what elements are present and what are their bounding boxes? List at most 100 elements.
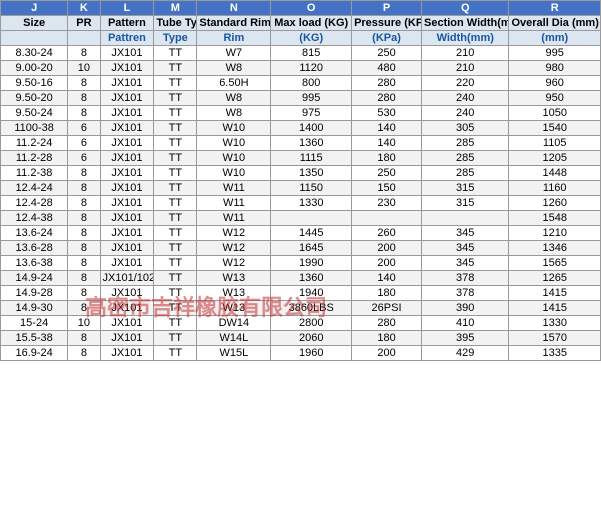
- table-cell: W11: [197, 196, 271, 211]
- table-cell: 11.2-24: [1, 136, 68, 151]
- table-row: 9.00-2010JX101TTW81120480210980: [1, 61, 601, 76]
- table-cell: TT: [154, 226, 197, 241]
- table-cell: TT: [154, 286, 197, 301]
- table-cell: 200: [352, 241, 422, 256]
- table-row: 13.6-248JX101TTW1214452603451210: [1, 226, 601, 241]
- table-cell: 8: [68, 286, 100, 301]
- table-cell: 1565: [509, 256, 601, 271]
- table-row: 16.9-248JX101TTW15L19602004291335: [1, 346, 601, 361]
- table-cell: 3860LBS: [271, 301, 352, 316]
- table-cell: 1548: [509, 211, 601, 226]
- table-cell: 10: [68, 61, 100, 76]
- table-cell: 12.4-38: [1, 211, 68, 226]
- table-cell: 410: [422, 316, 509, 331]
- table-cell: 1350: [271, 166, 352, 181]
- table-cell: 8: [68, 211, 100, 226]
- table-row: 12.4-288JX101TTW1113302303151260: [1, 196, 601, 211]
- table-cell: JX101: [100, 256, 154, 271]
- subheader-kg: (KG): [271, 31, 352, 46]
- table-cell: JX101: [100, 301, 154, 316]
- table-cell: JX101: [100, 331, 154, 346]
- table-cell: 390: [422, 301, 509, 316]
- table-cell: W12: [197, 226, 271, 241]
- spreadsheet-container: 高密市吉祥橡胶有限公司 J K L M N: [0, 0, 601, 361]
- table-cell: 1210: [509, 226, 601, 241]
- table-cell: TT: [154, 241, 197, 256]
- table-cell: W12: [197, 241, 271, 256]
- table-row: 12.4-388JX101TTW111548: [1, 211, 601, 226]
- table-cell: JX101: [100, 226, 154, 241]
- table-cell: [352, 211, 422, 226]
- table-cell: 10: [68, 316, 100, 331]
- table-cell: 9.50-20: [1, 91, 68, 106]
- table-cell: 14.9-30: [1, 301, 68, 316]
- subheader-mm: (mm): [509, 31, 601, 46]
- table-cell: W11: [197, 181, 271, 196]
- table-cell: 180: [352, 151, 422, 166]
- col-header-n: N: [197, 1, 271, 16]
- header-max-load: Max load (KG): [271, 16, 352, 31]
- table-cell: 8: [68, 346, 100, 361]
- table-cell: 220: [422, 76, 509, 91]
- table-row: 9.50-208JX101TTW8995280240950: [1, 91, 601, 106]
- table-row: 14.9-308JX101TTW133860LBS26PSI3901415: [1, 301, 601, 316]
- table-cell: 140: [352, 136, 422, 151]
- table-row: 14.9-248JX101/102TTW1313601403781265: [1, 271, 601, 286]
- header-overall-dia: Overall Dia (mm): [509, 16, 601, 31]
- header-size: Size: [1, 16, 68, 31]
- col-header-q: Q: [422, 1, 509, 16]
- table-cell: 11.2-28: [1, 151, 68, 166]
- table-cell: 530: [352, 106, 422, 121]
- table-cell: JX101: [100, 136, 154, 151]
- table-cell: TT: [154, 106, 197, 121]
- table-cell: TT: [154, 91, 197, 106]
- table-cell: TT: [154, 136, 197, 151]
- table-cell: W10: [197, 136, 271, 151]
- table-cell: 13.6-24: [1, 226, 68, 241]
- table-cell: 950: [509, 91, 601, 106]
- table-cell: TT: [154, 301, 197, 316]
- table-cell: TT: [154, 61, 197, 76]
- table-cell: TT: [154, 256, 197, 271]
- table-cell: 8: [68, 46, 100, 61]
- table-cell: 140: [352, 271, 422, 286]
- col-header-o: O: [271, 1, 352, 16]
- table-cell: 980: [509, 61, 601, 76]
- table-cell: 11.2-38: [1, 166, 68, 181]
- table-cell: 395: [422, 331, 509, 346]
- table-cell: JX101: [100, 121, 154, 136]
- table-row: 13.6-288JX101TTW1216452003451346: [1, 241, 601, 256]
- table-cell: W8: [197, 106, 271, 121]
- table-cell: 26PSI: [352, 301, 422, 316]
- table-cell: JX101: [100, 196, 154, 211]
- table-cell: JX101: [100, 166, 154, 181]
- col-header-j: J: [1, 1, 68, 16]
- table-cell: 8: [68, 166, 100, 181]
- table-cell: 260: [352, 226, 422, 241]
- table-cell: 1360: [271, 271, 352, 286]
- table-cell: 280: [352, 76, 422, 91]
- table-cell: W10: [197, 121, 271, 136]
- table-cell: 6.50H: [197, 76, 271, 91]
- table-cell: 180: [352, 331, 422, 346]
- table-cell: 150: [352, 181, 422, 196]
- table-cell: JX101: [100, 211, 154, 226]
- table-cell: 240: [422, 91, 509, 106]
- table-cell: 960: [509, 76, 601, 91]
- table-cell: 1330: [509, 316, 601, 331]
- table-cell: 8: [68, 181, 100, 196]
- column-subheaders-row: Pattren Type Rim (KG) (KPa) Width(mm) (m…: [1, 31, 601, 46]
- table-cell: 1346: [509, 241, 601, 256]
- table-cell: 240: [422, 106, 509, 121]
- table-cell: 1960: [271, 346, 352, 361]
- table-cell: 1540: [509, 121, 601, 136]
- table-cell: JX101: [100, 181, 154, 196]
- table-cell: W12: [197, 256, 271, 271]
- table-cell: 815: [271, 46, 352, 61]
- table-cell: 1940: [271, 286, 352, 301]
- table-cell: 12.4-28: [1, 196, 68, 211]
- table-cell: 995: [509, 46, 601, 61]
- table-cell: 9.50-16: [1, 76, 68, 91]
- table-cell: 200: [352, 256, 422, 271]
- table-cell: JX101: [100, 151, 154, 166]
